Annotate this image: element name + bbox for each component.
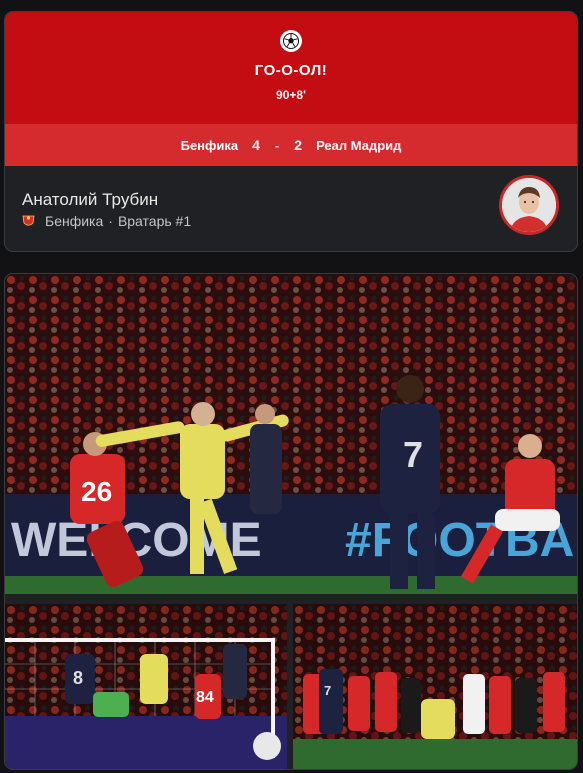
shirt-number-7: 7 (403, 434, 423, 475)
goal-minute: 90+8' (276, 88, 306, 102)
away-score: 2 (294, 137, 303, 153)
shirt-number-8: 8 (73, 668, 83, 688)
shirt-number-7-small: 7 (324, 683, 331, 698)
home-score: 4 (252, 137, 260, 153)
goal-title: ГО-О-ОЛ! (254, 62, 328, 79)
celebration-photo-main[interactable]: WELCOME #FOOTBA 26 7 (5, 274, 577, 594)
player-position: Вратарь #1 (117, 213, 192, 229)
player-club[interactable]: Бенфика (45, 213, 103, 229)
score-bar: Бенфика 4 - 2 Реал Мадрид (5, 124, 577, 166)
goal-photo[interactable]: 8 84 (5, 604, 287, 769)
player-meta: Бенфика · Вратарь #1 (22, 213, 191, 229)
meta-separator: · (108, 213, 113, 229)
team-celebration-photo[interactable]: 7 (293, 604, 577, 769)
soccer-ball-icon (280, 30, 302, 52)
goal-header: ГО-О-ОЛ! 90+8' (5, 12, 577, 124)
player-avatar[interactable] (499, 175, 559, 235)
player-name[interactable]: Анатолий Трубин (22, 190, 158, 210)
away-team-name: Реал Мадрид (316, 137, 402, 153)
photo-gallery: WELCOME #FOOTBA 26 7 8 84 7 (4, 273, 578, 770)
shirt-number-84: 84 (196, 689, 214, 706)
score-separator: - (274, 137, 280, 153)
benfica-crest-icon (22, 214, 35, 228)
home-team-name: Бенфика (180, 137, 239, 153)
shirt-number-26: 26 (81, 476, 112, 507)
goal-event-card: ГО-О-ОЛ! 90+8' Бенфика 4 - 2 Реал Мадрид… (4, 11, 578, 252)
